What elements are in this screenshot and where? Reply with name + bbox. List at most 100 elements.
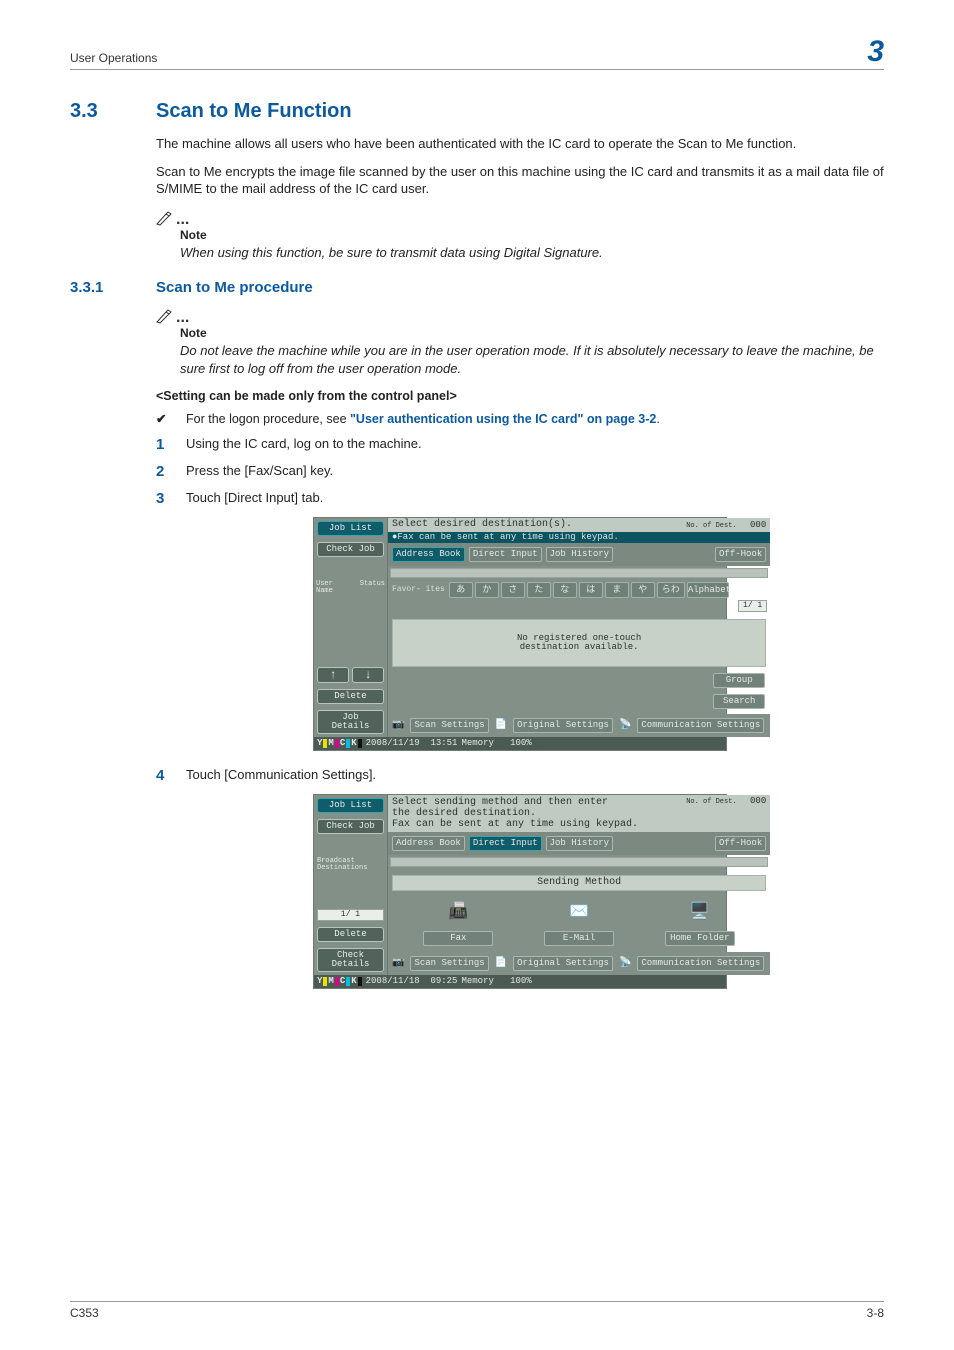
scan-settings-icon: 📷 <box>392 959 404 969</box>
kana-button[interactable]: は <box>579 582 603 598</box>
group-button[interactable]: Group <box>713 673 765 688</box>
status-datetime: 2008/11/19 13:51 <box>366 739 458 748</box>
arrow-up-icon[interactable]: ↑ <box>317 667 349 683</box>
footer-model: C353 <box>70 1306 99 1320</box>
note-block: ... Note When using this function, be su… <box>156 210 884 262</box>
running-title: User Operations <box>70 51 157 69</box>
kana-button[interactable]: な <box>553 582 577 598</box>
panel-hint: <Setting can be made only from the contr… <box>156 389 884 403</box>
alphabet-button[interactable]: Alphabet <box>687 582 729 598</box>
delete-button[interactable]: Delete <box>317 689 384 704</box>
check-details-button[interactable]: Check Details <box>317 948 384 972</box>
arrow-down-icon[interactable]: ↓ <box>352 667 384 683</box>
header-prompt: Select desired destination(s). <box>392 520 572 530</box>
pen-icon: ... <box>156 308 884 324</box>
subsection-heading: 3.3.1Scan to Me procedure <box>70 279 884 296</box>
original-settings-button[interactable]: Original Settings <box>513 718 613 733</box>
user-name-label: User Name <box>316 581 350 595</box>
tab-job-history[interactable]: Job History <box>546 836 613 851</box>
job-list-button[interactable]: Job List <box>317 521 384 536</box>
original-settings-button[interactable]: Original Settings <box>513 956 613 971</box>
divider <box>390 857 768 867</box>
send-option-fax[interactable]: 📠 Fax <box>421 899 495 948</box>
send-option-home-folder[interactable]: 🖥️ Home Folder <box>663 899 737 948</box>
step-row: 4Touch [Communication Settings]. <box>156 767 884 784</box>
job-list-button[interactable]: Job List <box>317 798 384 813</box>
note-label: Note <box>180 228 884 242</box>
toner-levels-icon: YMCK <box>317 739 362 748</box>
empty-destinations-message: No registered one-touch destination avai… <box>392 619 766 667</box>
section-number: 3.3 <box>70 100 156 123</box>
svg-text:...: ... <box>176 211 189 226</box>
paragraph: Scan to Me encrypts the image file scann… <box>156 163 884 198</box>
kana-button[interactable]: た <box>527 582 551 598</box>
reference-suffix: . <box>656 412 659 426</box>
note-label: Note <box>180 326 884 340</box>
page-indicator: 1/ 1 <box>738 600 767 612</box>
footer-page-number: 3-8 <box>867 1306 884 1320</box>
tab-direct-input[interactable]: Direct Input <box>469 547 542 562</box>
step-text: Press the [Fax/Scan] key. <box>186 463 333 478</box>
scan-settings-button[interactable]: Scan Settings <box>410 718 488 733</box>
check-job-button[interactable]: Check Job <box>317 819 384 834</box>
chapter-number: 3 <box>867 35 884 69</box>
header-prompt: Select sending method and then enter the… <box>392 797 638 830</box>
job-details-button[interactable]: Job Details <box>317 710 384 734</box>
step-row: 3Touch [Direct Input] tab. <box>156 490 884 507</box>
off-hook-button[interactable]: Off-Hook <box>715 547 766 562</box>
home-folder-button[interactable]: Home Folder <box>665 931 735 946</box>
running-header: User Operations 3 <box>70 35 884 70</box>
note-text: When using this function, be sure to tra… <box>180 244 884 262</box>
fax-tip: ●Fax can be sent at any time using keypa… <box>388 532 770 543</box>
step-number: 3 <box>156 490 186 507</box>
communication-settings-button[interactable]: Communication Settings <box>637 718 764 733</box>
control-panel-screenshot-1: Job List Check Job User Name Status ↑ ↓ … <box>313 517 727 751</box>
kana-button[interactable]: か <box>475 582 499 598</box>
kana-button[interactable]: さ <box>501 582 525 598</box>
fax-icon: 📠 <box>445 899 471 925</box>
status-label: Status <box>352 581 386 595</box>
delete-button[interactable]: Delete <box>317 927 384 942</box>
communication-settings-button[interactable]: Communication Settings <box>637 956 764 971</box>
subsection-number: 3.3.1 <box>70 279 156 296</box>
step-text: Touch [Communication Settings]. <box>186 767 376 782</box>
step-row: 2Press the [Fax/Scan] key. <box>156 463 884 480</box>
svg-text:...: ... <box>176 309 189 324</box>
email-icon: ✉️ <box>566 899 592 925</box>
fax-button[interactable]: Fax <box>423 931 493 946</box>
kana-button[interactable]: らわ <box>657 582 685 598</box>
dest-count: No. of Dest. 000 <box>686 521 766 530</box>
page-indicator: 1/ 1 <box>317 909 384 921</box>
search-button[interactable]: Search <box>713 694 765 709</box>
tab-job-history[interactable]: Job History <box>546 547 613 562</box>
step-row: 1Using the IC card, log on to the machin… <box>156 436 884 453</box>
original-settings-icon: 📄 <box>495 959 507 969</box>
kana-button[interactable]: や <box>631 582 655 598</box>
favorites-button[interactable]: Favor- ites <box>390 586 447 594</box>
step-number: 2 <box>156 463 186 480</box>
step-number: 4 <box>156 767 186 784</box>
paragraph: The machine allows all users who have be… <box>156 135 884 153</box>
note-text: Do not leave the machine while you are i… <box>180 342 884 377</box>
dest-count: No. of Dest. 000 <box>686 797 766 806</box>
tab-address-book[interactable]: Address Book <box>392 547 465 562</box>
reference-prefix: For the logon procedure, see <box>186 412 350 426</box>
tab-direct-input[interactable]: Direct Input <box>469 836 542 851</box>
kana-button[interactable]: あ <box>449 582 473 598</box>
scan-settings-button[interactable]: Scan Settings <box>410 956 488 971</box>
control-panel-screenshot-2: Job List Check Job Broadcast Destination… <box>313 794 727 989</box>
send-option-email[interactable]: ✉️ E-Mail <box>542 899 616 948</box>
broadcast-destinations-label: Broadcast Destinations <box>314 857 387 873</box>
kana-button[interactable]: ま <box>605 582 629 598</box>
cross-reference-link[interactable]: "User authentication using the IC card" … <box>350 412 656 426</box>
email-button[interactable]: E-Mail <box>544 931 614 946</box>
off-hook-button[interactable]: Off-Hook <box>715 836 766 851</box>
check-icon: ✔ <box>156 411 186 426</box>
toner-levels-icon: YMCK <box>317 977 362 986</box>
comm-settings-icon: 📡 <box>619 959 631 969</box>
section-title: Scan to Me Function <box>156 100 352 122</box>
check-job-button[interactable]: Check Job <box>317 542 384 557</box>
tab-address-book[interactable]: Address Book <box>392 836 465 851</box>
sending-method-heading: Sending Method <box>392 875 766 891</box>
status-datetime: 2008/11/18 09:25 <box>366 977 458 986</box>
